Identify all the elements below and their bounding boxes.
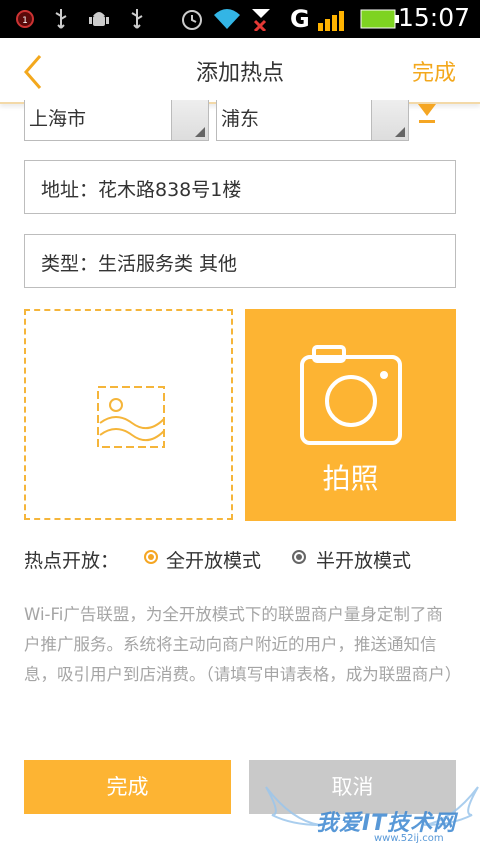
status-bar: 1 G 15:07	[0, 0, 480, 38]
category-value: 类型：生活服务类 其他	[41, 253, 238, 275]
cancel-button[interactable]: 取消	[249, 760, 456, 814]
half-open-mode-option[interactable]: 半开放模式	[292, 546, 432, 574]
clock: 15:07	[397, 3, 470, 32]
done-button[interactable]: 完成	[24, 760, 231, 814]
android-debug-icon	[88, 8, 110, 30]
camera-label: 拍照	[322, 462, 379, 495]
radio-unselected-icon	[292, 550, 306, 564]
alarm-icon	[180, 8, 204, 30]
address-value: 地址：花木路838号1楼	[41, 179, 242, 201]
hotspot-mode-row: 热点开放： 全开放模式 半开放模式	[24, 546, 464, 576]
svg-text:1: 1	[22, 16, 28, 26]
usb-icon	[128, 8, 146, 30]
done-header-button[interactable]: 完成	[412, 55, 456, 87]
full-open-mode-option[interactable]: 全开放模式	[144, 546, 274, 574]
image-placeholder-icon	[97, 386, 165, 448]
signal-icon	[316, 8, 350, 31]
district-value: 浦东	[221, 108, 260, 130]
address-field[interactable]: 地址：花木路838号1楼	[24, 160, 456, 214]
hotspot-mode-label: 热点开放：	[24, 550, 120, 572]
radio-selected-icon	[144, 550, 158, 564]
location-pin-icon[interactable]	[416, 100, 438, 130]
dropdown-arrow-icon	[371, 100, 408, 140]
page-title: 添加热点	[195, 61, 284, 86]
city-value: 上海市	[29, 108, 87, 130]
battery-icon	[360, 8, 400, 30]
notification-icon: 1	[14, 8, 36, 30]
title-bar: 添加热点 完成	[0, 38, 480, 104]
camera-icon	[300, 345, 402, 445]
network-type-label: G	[290, 5, 310, 33]
city-select[interactable]: 上海市	[24, 100, 209, 141]
photo-placeholder[interactable]	[24, 309, 233, 520]
usb-icon	[52, 8, 70, 30]
camera-button[interactable]: 拍照	[245, 309, 456, 521]
wifi-icon	[212, 8, 242, 30]
half-open-mode-label: 半开放模式	[316, 550, 412, 572]
district-select[interactable]: 浦东	[216, 100, 409, 141]
full-open-mode-label: 全开放模式	[166, 550, 262, 572]
dropdown-arrow-icon	[171, 100, 208, 140]
description-text: Wi-Fi广告联盟，为全开放模式下的联盟商户量身定制了商户推广服务。系统将主动向…	[24, 605, 462, 684]
watermark-url: www.52ij.com	[374, 833, 444, 844]
category-field[interactable]: 类型：生活服务类 其他	[24, 234, 456, 288]
no-signal-icon	[250, 8, 272, 31]
